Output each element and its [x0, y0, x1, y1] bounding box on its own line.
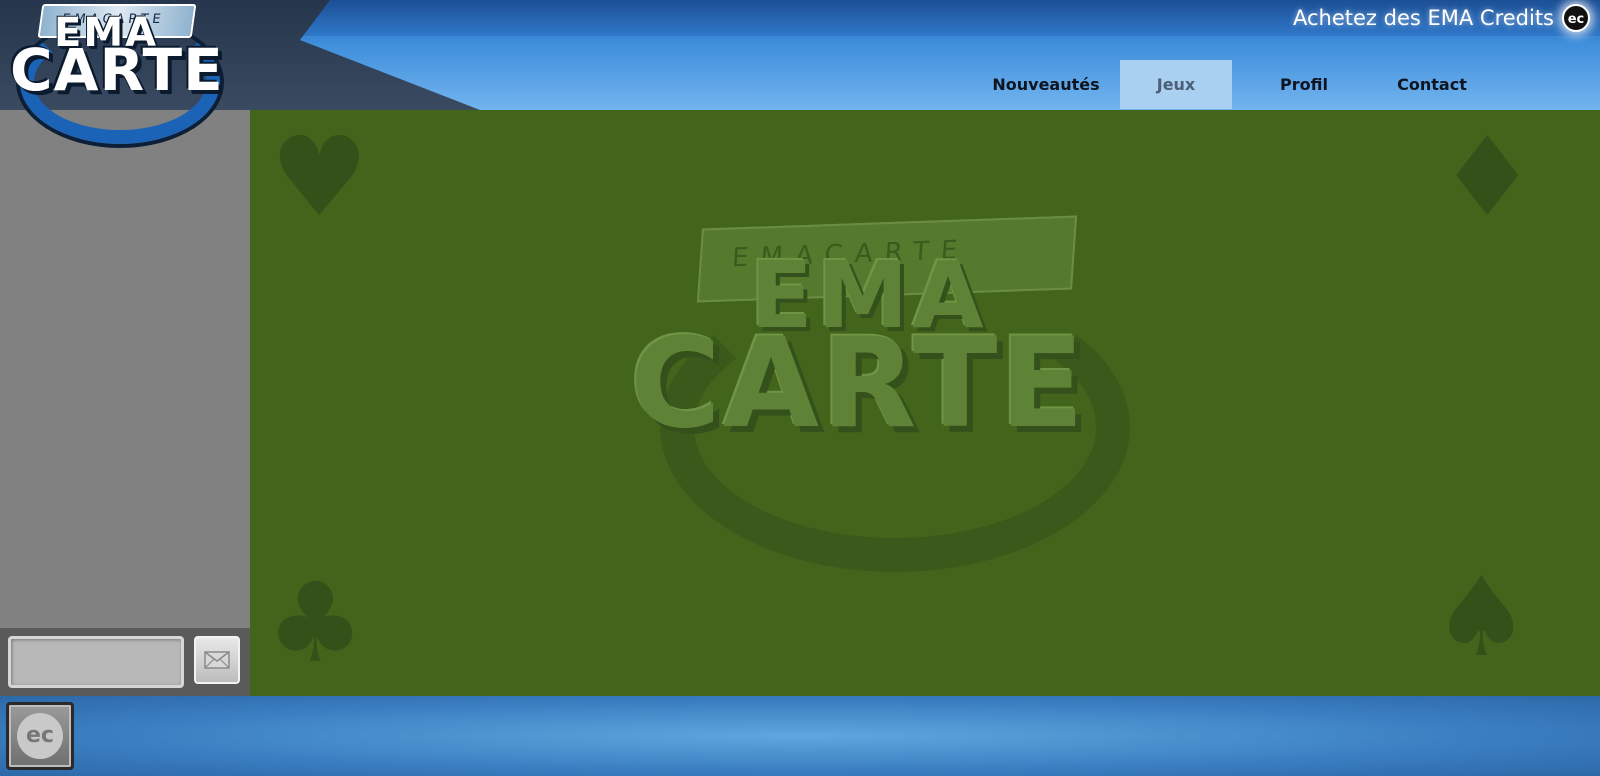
watermark-text-carte: CARTE [630, 312, 1087, 456]
main-nav: Nouveautés Jeux Profil Contact [990, 60, 1504, 109]
emacarte-logo[interactable]: EMACARTE EMA CARTE [4, 0, 248, 150]
club-icon: ♣ [266, 559, 365, 687]
logo-text-carte: CARTE [10, 36, 224, 104]
nav-item-jeux[interactable]: Jeux [1120, 60, 1232, 109]
ema-credits-icon[interactable]: ec [1562, 4, 1590, 32]
spade-icon: ♠ [1432, 553, 1531, 681]
footer-bar [0, 696, 1600, 776]
game-table: ♥ ♦ ♣ ♠ EMACARTE EMA CARTE [250, 110, 1600, 696]
ec-icon: ec [17, 713, 63, 759]
ema-credits-button[interactable]: ec [6, 702, 74, 770]
nav-item-profil[interactable]: Profil [1248, 60, 1360, 109]
heart-icon: ♥ [270, 113, 369, 241]
nav-item-nouveautes[interactable]: Nouveautés [990, 60, 1102, 109]
chat-panel [0, 110, 250, 628]
envelope-icon [204, 651, 230, 669]
emacarte-watermark: EMACARTE EMA CARTE [630, 215, 1210, 582]
send-message-button[interactable] [194, 636, 240, 684]
buy-credits-link[interactable]: Achetez des EMA Credits [1293, 6, 1554, 30]
nav-item-contact[interactable]: Contact [1376, 60, 1488, 109]
chat-input[interactable] [8, 636, 184, 688]
diamond-icon: ♦ [1438, 113, 1537, 241]
